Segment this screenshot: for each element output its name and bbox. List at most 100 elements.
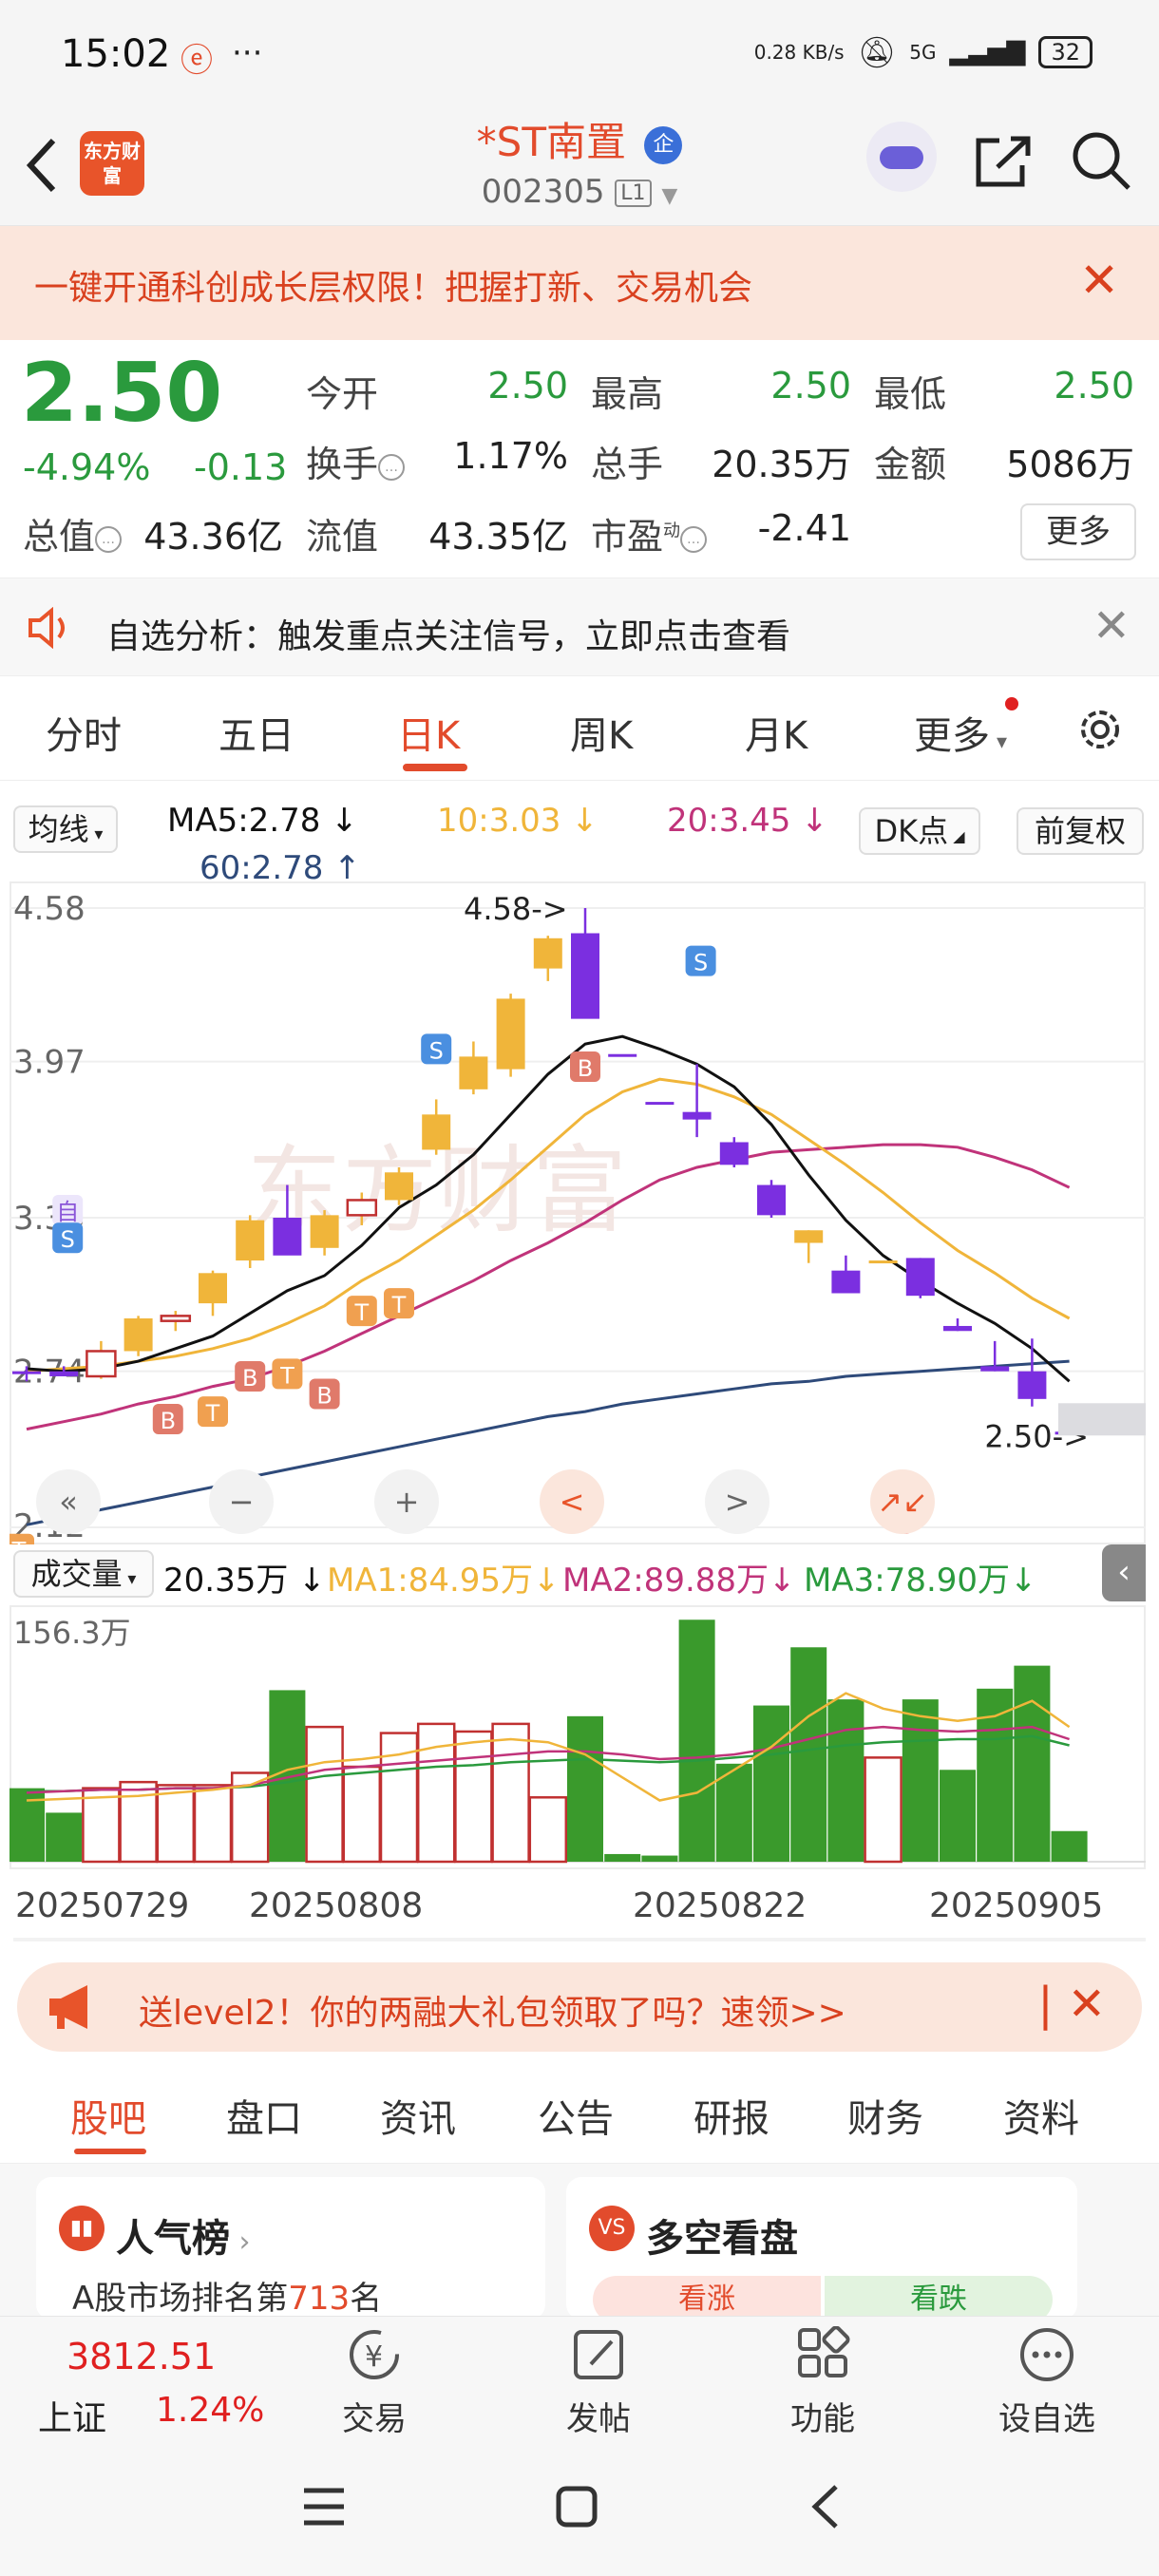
level2-promo[interactable]: 送level2！你的两融大礼包领取了吗？速领>> | ✕ [17,1962,1142,2052]
nav-add-watchlist[interactable]: 设自选 [980,2326,1113,2440]
stock-name: *ST南置 [476,119,626,165]
more-button[interactable]: 更多 [1020,503,1136,560]
tab-weekly-k[interactable]: 周K [570,705,633,760]
stock-header: 东方财富 *ST南置 企 002305 L1 ▼ [0,104,1159,226]
price-tag [1058,1403,1146,1436]
status-time: 15:02 [61,32,171,76]
info-icon[interactable]: … [378,453,406,481]
promo-text: 一键开通科创成长层权限！把握打新、交易机会 [34,269,753,308]
candle-body [682,1111,712,1120]
tab-finance[interactable]: 财务 [847,2088,923,2143]
volume-bar [753,1705,789,1862]
info-icon[interactable]: … [95,525,123,553]
volume-value: 20.35万 [712,444,851,485]
volume-bar [82,1787,121,1864]
volume-label: 总手 [591,444,664,485]
price-label: 3.97 [13,1044,86,1082]
edit-icon [574,2330,623,2379]
marker-t: T [353,1299,369,1326]
cards-row: ▮▮ 人气榜 › A股市场排名第713名 VS 多空看盘 看涨 看跌 [0,2164,1159,2320]
home-icon[interactable] [555,2485,598,2529]
bull-bear-card[interactable]: VS 多空看盘 看涨 看跌 [566,2177,1077,2320]
trade-icon: ¥ [350,2330,399,2379]
info-icon[interactable]: … [680,525,708,553]
search-icon[interactable] [1070,129,1132,192]
tab-orderbook[interactable]: 盘口 [226,2088,302,2143]
adjust-button[interactable]: 前复权 [1016,807,1144,855]
gear-icon[interactable] [1074,703,1127,756]
promo-banner[interactable]: 一键开通科创成长层权限！把握打新、交易机会 ✕ [0,226,1159,340]
volume-bar [1051,1830,1088,1862]
close-icon[interactable]: ✕ [1092,599,1130,653]
marker-sell: S [429,1037,444,1064]
volume-chart[interactable]: 156.3万 [10,1605,1146,1869]
nav-post[interactable]: 发帖 [532,2326,665,2440]
control-label: − [229,1484,255,1520]
hot-rank-card[interactable]: ▮▮ 人气榜 › A股市场排名第713名 [36,2177,545,2320]
dk-button[interactable]: DK点 ◢ [859,807,980,855]
bull-button[interactable]: 看涨 [593,2276,821,2320]
tab-research[interactable]: 研报 [694,2088,770,2143]
low-label: 最低 [874,373,947,415]
candle-body [571,933,599,1019]
tab-intraday[interactable]: 分时 [46,705,122,760]
back-nav-icon[interactable] [809,2483,842,2530]
volume-bar [604,1853,641,1862]
turnover-label: 换手… [306,435,406,487]
tab-news[interactable]: 资讯 [380,2088,456,2143]
chart-bottom-divider [13,1938,1146,1941]
volume-bar [902,1699,939,1862]
indicator-select[interactable]: 均线 ▾ [13,805,118,853]
analysis-bar[interactable]: 自选分析：触发重点关注信号，立即点击查看 ✕ [0,578,1159,676]
marker-buy: B [242,1365,257,1392]
system-nav-bar [0,2439,1159,2576]
status-right: 0.28 KB/s 🔕︎ 5G ▂▃▅▇ 32 [754,34,1092,70]
pe-value: -2.41 [757,507,851,549]
content-tabs: 股吧 盘口 资讯 公告 研报 财务 资料 [0,2069,1159,2164]
kline-chart[interactable]: 东方财富 4.583.973.352.742.12 自STBTBTBTTSBS … [10,881,1146,1544]
grid-icon [798,2326,850,2377]
nav-functions[interactable]: 功能 [756,2326,889,2440]
share-icon[interactable] [973,133,1034,190]
control-label: < [560,1484,585,1520]
level-badge: L1 [615,180,652,207]
volume-bar [790,1647,827,1862]
chart-tabs: 分时 五日 日K 周K 月K 更多 ▾ [0,676,1159,781]
collapse-icon[interactable]: ‹ [1102,1544,1146,1601]
candle-body [236,1220,265,1261]
marker-sell: S [694,950,708,976]
tab-daily-k[interactable]: 日K [397,705,460,760]
tab-more[interactable]: 更多 ▾ [914,705,1007,760]
vs-icon: VS [589,2206,635,2251]
tab-monthly-k[interactable]: 月K [745,705,808,760]
ma5-value: MA5:2.78 ↓ [167,802,358,840]
nav-trade[interactable]: ¥ 交易 [308,2326,441,2440]
marker-t: T [205,1400,220,1427]
net-speed: 0.28 KB/s [753,41,845,64]
marker-buy: B [578,1055,593,1082]
tab-forum[interactable]: 股吧 [70,2088,146,2143]
high-value: 2.50 [770,365,851,407]
tab-five-day[interactable]: 五日 [218,705,294,760]
open-label: 今开 [306,373,379,415]
control-label: > [725,1484,750,1520]
close-icon[interactable]: ✕ [1079,253,1119,308]
date-label: 20250808 [249,1886,424,1925]
high-label: 最高 [591,373,664,415]
menu-icon[interactable] [302,2487,346,2527]
close-icon[interactable]: | ✕ [1037,1978,1106,2031]
volume-select[interactable]: 成交量 ▾ [13,1550,154,1598]
status-bar: 15:02 ⓔ ··· 0.28 KB/s 🔕︎ 5G ▂▃▅▇ 32 [0,0,1159,104]
index-change: 1.24% [156,2391,265,2430]
stock-code: 002305 [481,173,605,211]
tab-announcements[interactable]: 公告 [538,2088,614,2143]
bull-bear-title: 多空看盘 [646,2217,798,2261]
candle-body [719,1142,749,1165]
marker-buy: B [316,1383,332,1410]
index-value: 3812.51 [66,2336,217,2377]
tab-profile[interactable]: 资料 [1003,2088,1079,2143]
ai-assistant-icon[interactable] [866,122,937,192]
marker-sell: S [61,1226,75,1253]
bear-button[interactable]: 看跌 [825,2276,1053,2320]
dropdown-icon[interactable]: ▼ [661,184,677,208]
